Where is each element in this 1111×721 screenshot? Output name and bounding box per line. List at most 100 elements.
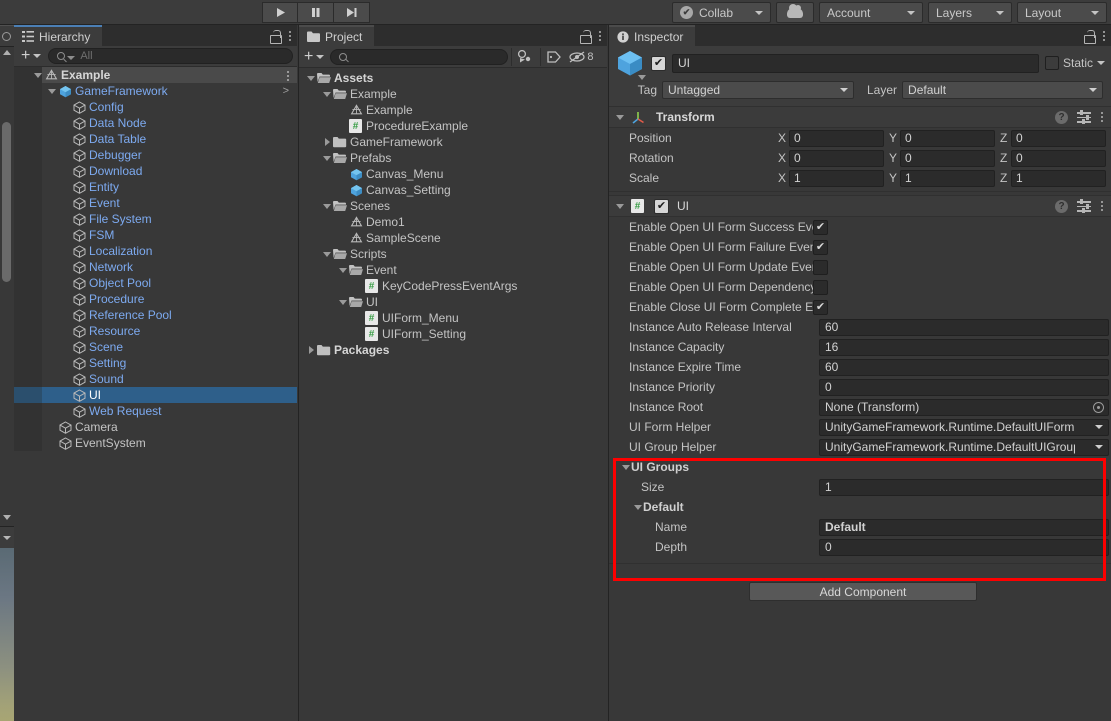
- project-search-input[interactable]: [330, 48, 509, 65]
- hierarchy-tree[interactable]: Example GameFramework > Config Data Node Data…: [14, 67, 297, 721]
- foldout-arrow-icon[interactable]: [337, 294, 349, 310]
- hierarchy-item-config[interactable]: Config: [14, 99, 297, 115]
- hierarchy-item-gameframework[interactable]: GameFramework >: [14, 83, 297, 99]
- left-panel-scroll-area[interactable]: [0, 46, 14, 526]
- ui-groups-foldout-icon[interactable]: [621, 465, 631, 470]
- hierarchy-item-procedure[interactable]: Procedure: [14, 291, 297, 307]
- step-button[interactable]: [334, 2, 370, 23]
- component-menu-icon[interactable]: [1100, 110, 1104, 124]
- hierarchy-item-file-system[interactable]: File System: [14, 211, 297, 227]
- static-checkbox[interactable]: [1044, 56, 1059, 70]
- project-tree[interactable]: Assets Example Example # ProcedureExample Gam…: [299, 68, 607, 719]
- transform-position-x-input[interactable]: 0: [789, 129, 884, 147]
- project-item-ui[interactable]: UI: [299, 294, 607, 310]
- hierarchy-item-eventsystem[interactable]: EventSystem: [14, 435, 297, 451]
- project-item-keycodepresseventargs[interactable]: # KeyCodePressEventArgs: [299, 278, 607, 294]
- ui-foldout-icon[interactable]: [615, 204, 625, 209]
- instance-capacity-input[interactable]: 16: [819, 338, 1109, 356]
- add-component-button[interactable]: Add Component: [749, 582, 977, 601]
- scroll-down-arrow-icon[interactable]: [3, 515, 11, 520]
- ui-component-header[interactable]: # UI ?: [609, 195, 1111, 217]
- hierarchy-item-resource[interactable]: Resource: [14, 323, 297, 339]
- hierarchy-item-event[interactable]: Event: [14, 195, 297, 211]
- object-picker-icon[interactable]: [1093, 401, 1104, 413]
- project-item-assets[interactable]: Assets: [299, 70, 607, 86]
- enable-close-ui-form-complete-event-checkbox[interactable]: [813, 299, 828, 315]
- hierarchy-item-sound[interactable]: Sound: [14, 371, 297, 387]
- ui-group-depth-input[interactable]: 0: [819, 538, 1109, 556]
- chevron-down-icon[interactable]: [1095, 445, 1103, 449]
- hierarchy-item-entity[interactable]: Entity: [14, 179, 297, 195]
- hierarchy-item-debugger[interactable]: Debugger: [14, 147, 297, 163]
- foldout-arrow-icon[interactable]: [321, 86, 333, 102]
- transform-rotation-x-input[interactable]: 0: [789, 149, 884, 167]
- chevron-down-icon[interactable]: [1095, 425, 1103, 429]
- transform-scale-z-input[interactable]: 1: [1011, 169, 1106, 187]
- hierarchy-menu-icon[interactable]: [288, 29, 292, 43]
- hierarchy-item-network[interactable]: Network: [14, 259, 297, 275]
- foldout-arrow-icon[interactable]: [46, 83, 58, 99]
- hierarchy-create-button[interactable]: +: [18, 48, 44, 65]
- lock-icon[interactable]: [270, 29, 282, 44]
- gameobject-enabled-checkbox[interactable]: [651, 55, 666, 71]
- hierarchy-item-example[interactable]: Example: [14, 67, 297, 83]
- hierarchy-item-object-pool[interactable]: Object Pool: [14, 275, 297, 291]
- vertical-scrollbar-thumb[interactable]: [2, 122, 11, 282]
- foldout-arrow-icon[interactable]: [321, 150, 333, 166]
- tab-project[interactable]: Project: [299, 25, 375, 46]
- hierarchy-item-ui[interactable]: UI: [14, 387, 297, 403]
- gameobject-name-input[interactable]: UI: [672, 53, 1039, 73]
- foldout-arrow-icon[interactable]: [305, 342, 317, 358]
- chevron-down-icon[interactable]: [1097, 61, 1105, 65]
- ui-groups-element-foldout-icon[interactable]: [633, 505, 643, 510]
- transform-rotation-y-input[interactable]: 0: [900, 149, 995, 167]
- hierarchy-item-download[interactable]: Download: [14, 163, 297, 179]
- enable-open-ui-form-update-event-checkbox[interactable]: [813, 259, 828, 275]
- visibility-toggle[interactable]: 8: [569, 51, 597, 63]
- prefab-open-chevron-icon[interactable]: >: [283, 85, 289, 97]
- ui-group-name-input[interactable]: Default: [819, 518, 1109, 536]
- left-panel-tab[interactable]: [0, 25, 14, 46]
- project-item-uiform-menu[interactable]: # UIForm_Menu: [299, 310, 607, 326]
- hierarchy-item-camera[interactable]: Camera: [14, 419, 297, 435]
- project-item-canvas-menu[interactable]: Canvas_Menu: [299, 166, 607, 182]
- project-item-gameframework[interactable]: GameFramework: [299, 134, 607, 150]
- left-panel-bottom-tab[interactable]: [0, 526, 14, 548]
- asset-filter-button[interactable]: [511, 47, 538, 66]
- help-icon[interactable]: ?: [1055, 110, 1068, 124]
- project-menu-icon[interactable]: [598, 29, 602, 43]
- project-item-packages[interactable]: Packages: [299, 342, 607, 358]
- hierarchy-item-setting[interactable]: Setting: [14, 355, 297, 371]
- pause-button[interactable]: [298, 2, 334, 23]
- inspector-menu-icon[interactable]: [1102, 29, 1106, 43]
- enable-open-ui-form-success-event-checkbox[interactable]: [813, 219, 828, 235]
- hierarchy-item-fsm[interactable]: FSM: [14, 227, 297, 243]
- hierarchy-search-input[interactable]: All: [48, 48, 293, 64]
- layer-dropdown[interactable]: Default: [902, 81, 1103, 99]
- transform-position-z-input[interactable]: 0: [1011, 129, 1106, 147]
- scene-view-edge[interactable]: [0, 548, 14, 721]
- transform-scale-y-input[interactable]: 1: [900, 169, 995, 187]
- ui-groups-element-foldout[interactable]: Default: [609, 497, 1111, 517]
- ui-form-helper-input[interactable]: UnityGameFramework.Runtime.DefaultUIForm…: [819, 418, 1109, 436]
- hierarchy-item-data-node[interactable]: Data Node: [14, 115, 297, 131]
- foldout-arrow-icon[interactable]: [305, 70, 317, 86]
- project-item-scripts[interactable]: Scripts: [299, 246, 607, 262]
- project-item-demo1[interactable]: Demo1: [299, 214, 607, 230]
- foldout-arrow-icon[interactable]: [321, 134, 333, 150]
- project-item-samplescene[interactable]: SampleScene: [299, 230, 607, 246]
- project-create-button[interactable]: +: [301, 48, 327, 65]
- hierarchy-item-data-table[interactable]: Data Table: [14, 131, 297, 147]
- enable-open-ui-form-failure-event-checkbox[interactable]: [813, 239, 828, 255]
- instance-expire-time-input[interactable]: 60: [819, 358, 1109, 376]
- tab-inspector[interactable]: Inspector: [609, 25, 696, 46]
- enable-open-ui-form-dependency-asset-event-checkbox[interactable]: [813, 279, 828, 295]
- hierarchy-item-web-request[interactable]: Web Request: [14, 403, 297, 419]
- project-item-canvas-setting[interactable]: Canvas_Setting: [299, 182, 607, 198]
- hierarchy-item-localization[interactable]: Localization: [14, 243, 297, 259]
- transform-foldout-icon[interactable]: [615, 115, 625, 120]
- layers-dropdown[interactable]: Layers: [928, 2, 1012, 23]
- gameobject-icon[interactable]: [615, 48, 646, 80]
- collab-button[interactable]: ✔ Collab: [671, 2, 771, 23]
- foldout-arrow-icon[interactable]: [321, 198, 333, 214]
